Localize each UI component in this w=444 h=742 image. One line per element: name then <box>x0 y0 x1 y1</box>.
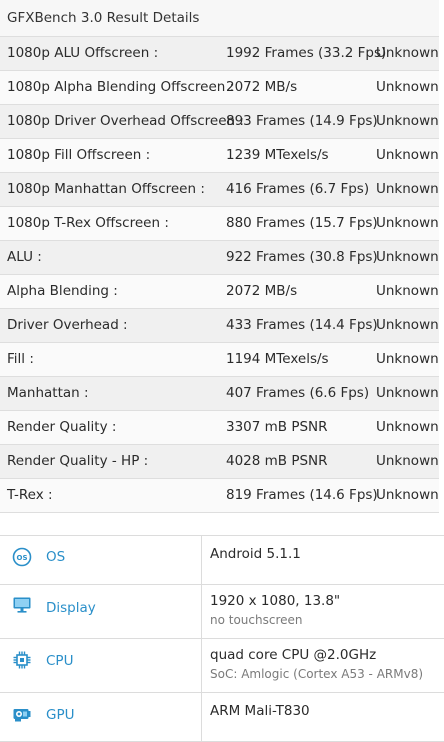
result-name: 1080p Fill Offscreen : <box>7 147 151 163</box>
table-row: 1080p Alpha Blending Offscreen :2072 MB/… <box>0 71 439 105</box>
result-status: Unknown <box>376 147 439 163</box>
result-name: Driver Overhead : <box>7 317 128 333</box>
table-row: Manhattan : 407 Frames (6.6 Fps) Unknown <box>0 377 439 411</box>
result-status: Unknown <box>376 283 439 299</box>
result-status: Unknown <box>376 181 439 197</box>
result-name: Alpha Blending : <box>7 283 118 299</box>
spec-sub-cpu: SoC: Amlogic (Cortex A53 - ARMv8) <box>210 667 424 681</box>
table-row: 1080p ALU Offscreen : 1992 Frames (33.2 F… <box>0 37 439 71</box>
results-title: GFXBench 3.0 Result Details <box>0 0 439 37</box>
result-name: 1080p Manhattan Offscreen : <box>7 181 205 197</box>
result-status: Unknown <box>376 113 439 129</box>
display-icon <box>13 597 31 613</box>
result-name: T-Rex : <box>7 487 53 503</box>
result-name: 1080p Alpha Blending Offscreen : <box>7 79 235 95</box>
result-value: 922 Frames (30.8 Fps) <box>226 249 378 265</box>
table-row: 1080p T-Rex Offscreen : 880 Frames (15.7 … <box>0 207 439 241</box>
table-row: 1080p Manhattan Offscreen : 416 Frames (6… <box>0 173 439 207</box>
cpu-icon <box>13 651 31 669</box>
spec-value-display: 1920 x 1080, 13.8" <box>210 593 341 609</box>
spec-left-cell: CPU <box>0 639 202 692</box>
table-row: Render Quality - HP : 4028 mB PSNR Unknown <box>0 445 439 479</box>
table-row: ALU : 922 Frames (30.8 Fps) Unknown <box>0 241 439 275</box>
result-name: 1080p T-Rex Offscreen : <box>7 215 169 231</box>
result-value: 880 Frames (15.7 Fps) <box>226 215 378 231</box>
table-row: Alpha Blending : 2072 MB/s Unknown <box>0 275 439 309</box>
result-name: Fill : <box>7 351 34 367</box>
result-status: Unknown <box>376 215 439 231</box>
result-status: Unknown <box>376 351 439 367</box>
result-name: 1080p Driver Overhead Offscreen : <box>7 113 244 129</box>
result-value: 433 Frames (14.4 Fps) <box>226 317 378 333</box>
result-value: 819 Frames (14.6 Fps) <box>226 487 378 503</box>
result-value: 893 Frames (14.9 Fps) <box>226 113 378 129</box>
result-name: ALU : <box>7 249 42 265</box>
spec-left-cell: Display <box>0 585 202 638</box>
spec-value-os: Android 5.1.1 <box>210 546 301 562</box>
result-value: 1194 MTexels/s <box>226 351 329 367</box>
result-status: Unknown <box>376 419 439 435</box>
spec-row-gpu: GPU ARM Mali-T830 <box>0 693 444 742</box>
table-row: Fill : 1194 MTexels/s Unknown <box>0 343 439 377</box>
spec-left-cell: OS OS <box>0 536 202 584</box>
svg-text:OS: OS <box>17 554 28 562</box>
spec-row-display: Display 1920 x 1080, 13.8" no touchscree… <box>0 585 444 639</box>
table-row: T-Rex : 819 Frames (14.6 Fps) Unknown <box>0 479 439 513</box>
spec-left-cell: GPU <box>0 693 202 741</box>
result-status: Unknown <box>376 79 439 95</box>
result-value: 416 Frames (6.7 Fps) <box>226 181 370 197</box>
result-status: Unknown <box>376 45 439 61</box>
spec-row-cpu: CPU quad core CPU @2.0GHz SoC: Amlogic (… <box>0 639 444 693</box>
spec-label-os: OS <box>46 549 66 565</box>
spec-value-cpu: quad core CPU @2.0GHz <box>210 647 377 663</box>
device-specs: OS OS Android 5.1.1 Display 1920 x 1080,… <box>0 535 444 742</box>
table-row: 1080p Driver Overhead Offscreen :893 Fra… <box>0 105 439 139</box>
spec-sub-display: no touchscreen <box>210 613 303 627</box>
result-name: Render Quality - HP : <box>7 453 149 469</box>
result-value: 2072 MB/s <box>226 79 298 95</box>
table-row: 1080p Fill Offscreen : 1239 MTexels/s Unkn… <box>0 139 439 173</box>
result-value: 407 Frames (6.6 Fps) <box>226 385 370 401</box>
result-name: 1080p ALU Offscreen : <box>7 45 159 61</box>
result-value: 2072 MB/s <box>226 283 298 299</box>
spec-label-cpu: CPU <box>46 653 74 669</box>
table-row: Render Quality : 3307 mB PSNR Unknown <box>0 411 439 445</box>
result-status: Unknown <box>376 385 439 401</box>
result-status: Unknown <box>376 487 439 503</box>
result-status: Unknown <box>376 453 439 469</box>
results-table: GFXBench 3.0 Result Details 1080p ALU Of… <box>0 0 439 513</box>
spec-value-gpu: ARM Mali-T830 <box>210 703 310 719</box>
result-status: Unknown <box>376 317 439 333</box>
os-icon: OS <box>12 547 32 567</box>
result-name: Render Quality : <box>7 419 117 435</box>
result-value: 4028 mB PSNR <box>226 453 328 469</box>
result-value: 1239 MTexels/s <box>226 147 329 163</box>
result-name: Manhattan : <box>7 385 89 401</box>
spec-label-display: Display <box>46 600 96 616</box>
result-value: 3307 mB PSNR <box>226 419 328 435</box>
result-status: Unknown <box>376 249 439 265</box>
spec-row-os: OS OS Android 5.1.1 <box>0 536 444 585</box>
results-rows: 1080p ALU Offscreen : 1992 Frames (33.2 F… <box>0 37 439 513</box>
spec-label-gpu: GPU <box>46 707 75 723</box>
table-row: Driver Overhead : 433 Frames (14.4 Fps) Un… <box>0 309 439 343</box>
result-value: 1992 Frames (33.2 Fps) <box>226 45 387 61</box>
gpu-icon <box>13 709 31 722</box>
